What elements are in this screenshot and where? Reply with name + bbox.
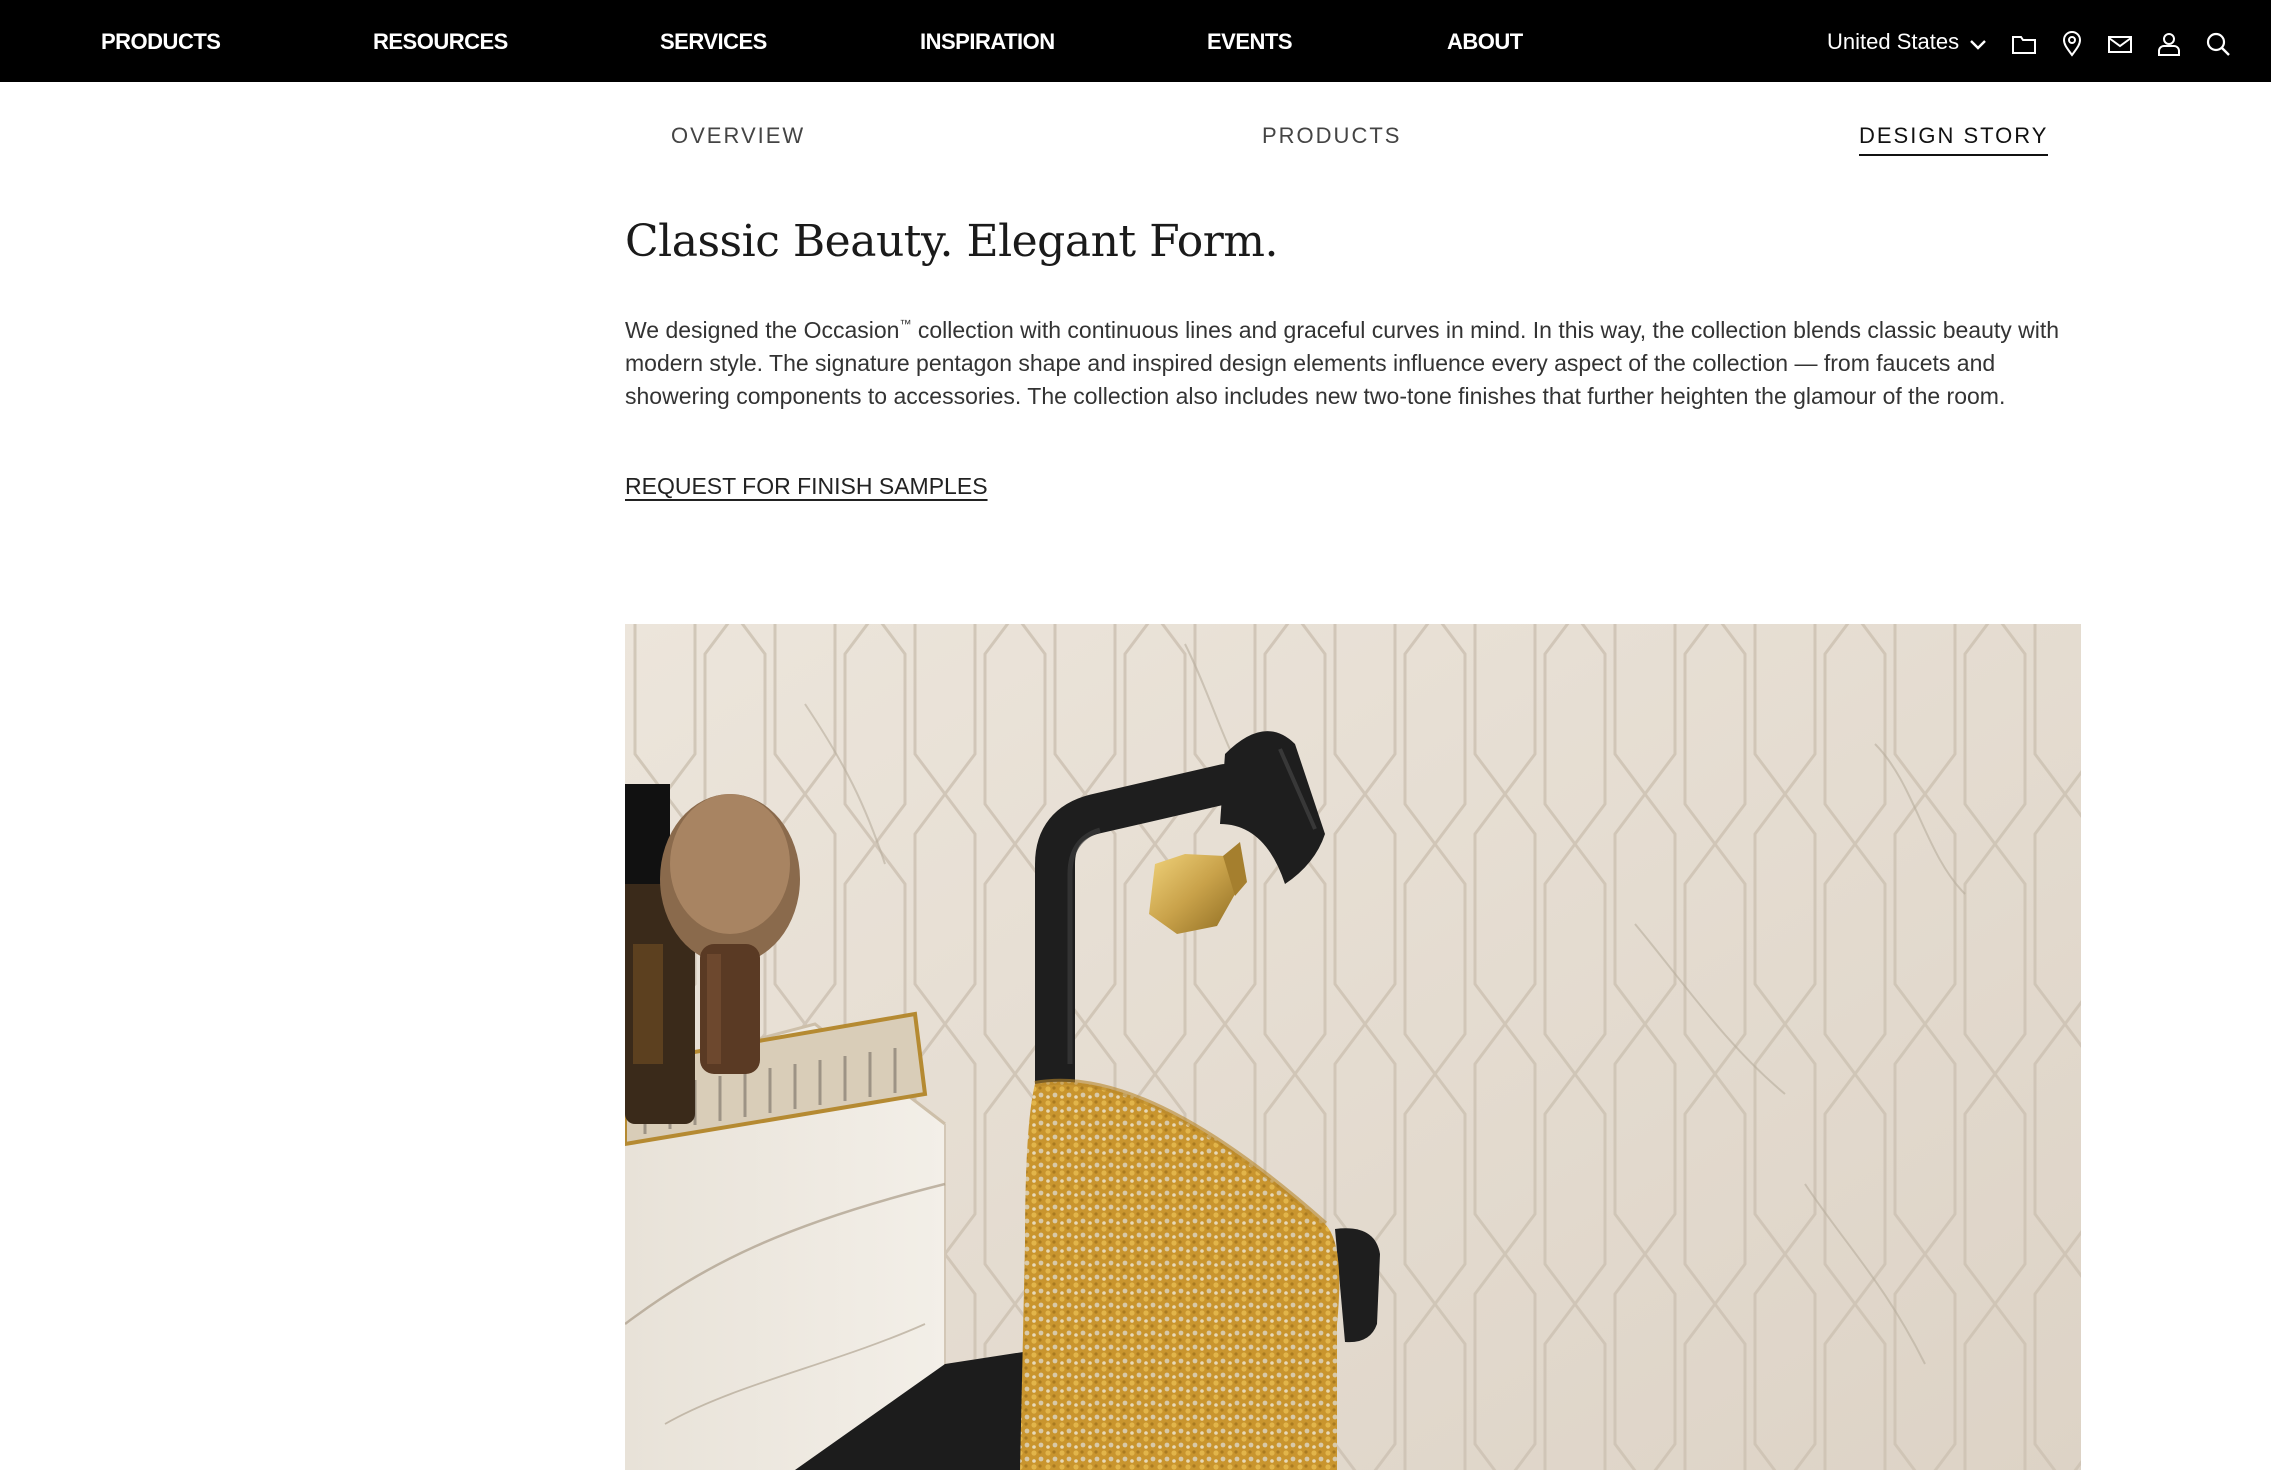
hero-product-image [625,624,2081,1470]
design-story-paragraph: We designed the Occasion™ collection wit… [625,314,2085,413]
page-title: Classic Beauty. Elegant Form. [625,216,1278,267]
request-finish-samples-link[interactable]: REQUEST FOR FINISH SAMPLES [625,473,988,500]
nav-products[interactable]: PRODUCTS [101,29,221,55]
nav-inspiration[interactable]: INSPIRATION [920,29,1055,55]
tab-design-story[interactable]: DESIGN STORY [1859,123,2049,156]
chevron-down-icon [1970,40,1987,50]
tab-overview[interactable]: OVERVIEW [671,123,805,149]
folder-icon[interactable] [2010,30,2038,58]
towel-ring-photo-illustration [625,624,2081,1470]
location-pin-icon[interactable] [2058,30,2086,58]
tab-products[interactable]: PRODUCTS [1262,123,1401,149]
top-navigation-bar: PRODUCTS RESOURCES SERVICES INSPIRATION … [0,0,2271,82]
mail-icon[interactable] [2106,30,2134,58]
nav-services[interactable]: SERVICES [660,29,767,55]
trademark-symbol: ™ [899,317,912,331]
nav-resources[interactable]: RESOURCES [373,29,508,55]
user-icon[interactable] [2155,30,2183,58]
region-selector[interactable]: United States [1827,29,1987,55]
nav-events[interactable]: EVENTS [1207,29,1293,55]
body-text-part-1: We designed the Occasion [625,317,900,343]
region-label: United States [1827,29,1960,54]
search-icon[interactable] [2204,30,2232,58]
nav-about[interactable]: ABOUT [1447,29,1523,55]
